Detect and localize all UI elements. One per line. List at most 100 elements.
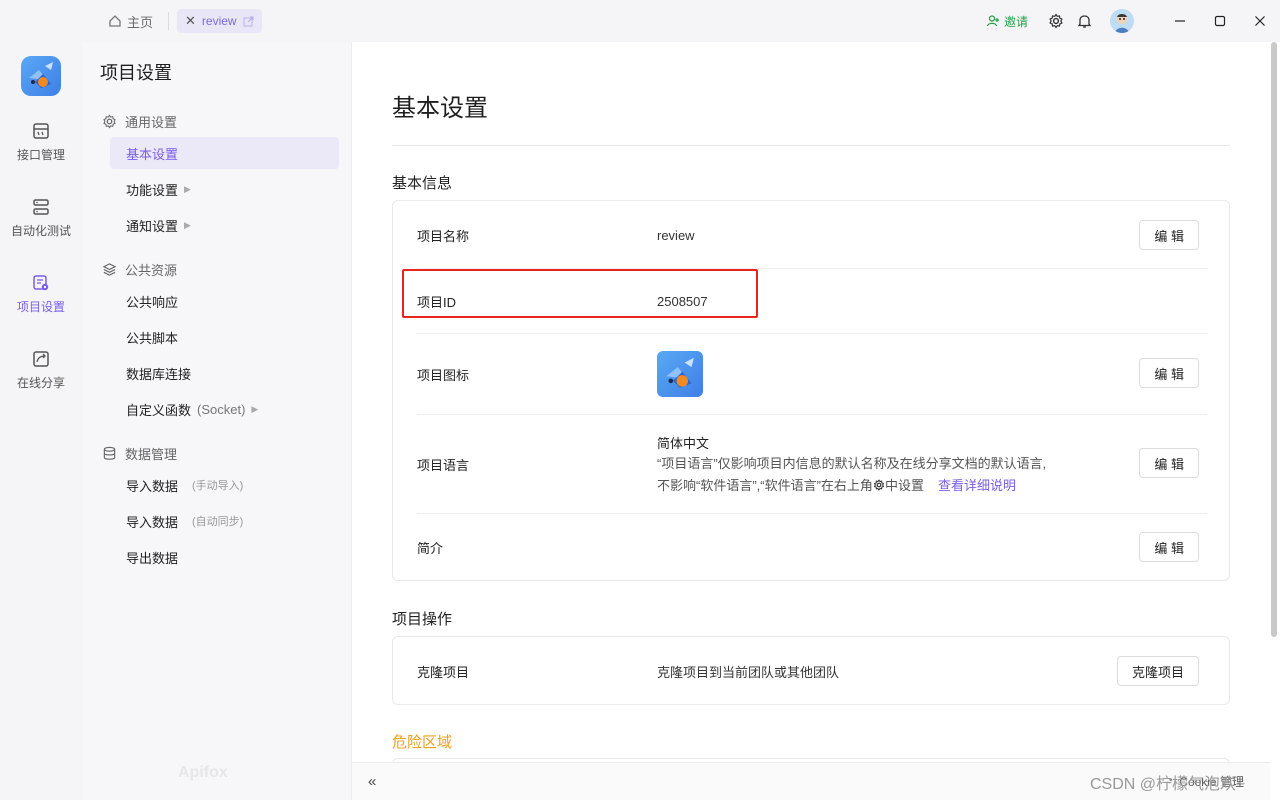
csdn-watermark: CSDN @柠檬气泡欢~	[1090, 776, 1246, 793]
clone-project-button[interactable]: 克隆项目	[1116, 656, 1199, 686]
nav-item-label: 基本设置	[126, 146, 179, 162]
nav-item-public-response[interactable]: 公共响应	[110, 285, 339, 317]
group-general-label: 通用设置	[125, 115, 178, 130]
gear-icon	[1049, 13, 1063, 29]
invite-button[interactable]: 邀请	[986, 13, 1028, 30]
language-note: “项目语言”仅影响项目内信息的默认名称及在线分享文档的默认语言, 不影响“软件语…	[657, 453, 1046, 497]
close-tab-icon[interactable]: ✕	[185, 13, 196, 29]
row-divider	[417, 268, 1207, 269]
gear-icon	[103, 114, 116, 129]
nav-item-label: 导出数据	[126, 550, 179, 566]
nav-item-custom-function[interactable]: 自定义函数 (Socket) ▶	[110, 393, 339, 425]
language-note-line-1: “项目语言”仅影响项目内信息的默认名称及在线分享文档的默认语言,	[657, 456, 1047, 471]
edit-description-button[interactable]: 编 辑	[1139, 532, 1199, 562]
caret-right-icon: ▶	[251, 403, 259, 414]
invite-label: 邀请	[1003, 14, 1028, 29]
nav-item-label: 导入数据	[126, 514, 179, 530]
row-divider	[417, 333, 1207, 334]
nav-item-feature-settings[interactable]: 功能设置 ▶	[110, 173, 339, 205]
settings-button[interactable]	[1042, 7, 1070, 35]
row-clone-project: 克隆项目 克隆项目到当前团队或其他团队 克隆项目	[417, 655, 1207, 687]
apifox-logo-icon	[29, 62, 53, 88]
edit-icon-button[interactable]: 编 辑	[1139, 358, 1199, 388]
nav-item-database-connection[interactable]: 数据库连接	[110, 357, 339, 389]
close-window-button[interactable]	[1240, 0, 1280, 42]
rail-item-share[interactable]: 在线分享	[0, 350, 82, 391]
rail-label-automation: 自动化测试	[10, 224, 71, 238]
project-language-label: 项目语言	[417, 458, 470, 473]
caret-right-icon: ▶	[184, 183, 191, 194]
tab-divider	[168, 12, 169, 30]
row-project-id: 项目ID 2508507	[417, 285, 1207, 317]
section-project-ops: 项目操作	[392, 611, 453, 628]
rail-label-project-settings: 项目设置	[16, 300, 65, 314]
rail-item-automation[interactable]: 自动化测试	[0, 198, 82, 239]
project-id-label: 项目ID	[417, 294, 457, 310]
nav-item-export[interactable]: 导出数据	[110, 541, 339, 573]
bell-icon	[1077, 15, 1091, 28]
nav-item-label: 通知设置	[126, 218, 179, 234]
minimize-button[interactable]	[1160, 0, 1200, 42]
collapse-sidebar-icon[interactable]: «	[368, 773, 376, 790]
home-tab[interactable]: 主页	[108, 10, 153, 32]
rail-item-api[interactable]: 接口管理	[0, 122, 82, 163]
project-id-value: 2508507	[657, 293, 708, 309]
automation-icon	[33, 199, 49, 215]
scrollbar[interactable]	[1271, 42, 1277, 637]
app-logo[interactable]	[21, 56, 61, 96]
avatar[interactable]	[1110, 9, 1134, 33]
project-icon-image	[657, 351, 703, 397]
description-label: 简介	[417, 540, 444, 556]
app-rail: 接口管理 自动化测试 项目设置 在线分享	[0, 42, 82, 800]
home-tab-label: 主页	[127, 14, 154, 30]
nav-item-basic-settings[interactable]: 基本设置	[110, 137, 339, 169]
nav-item-import-auto[interactable]: 导入数据 (自动同步)	[110, 505, 339, 537]
main-content: 基本设置 基本信息 项目名称 review 编 辑 项目ID 2508507 项…	[352, 42, 1270, 762]
nav-item-notification-settings[interactable]: 通知设置 ▶	[110, 209, 339, 241]
view-details-link[interactable]: 查看详细说明	[938, 478, 1016, 493]
tab-review-label: review	[201, 14, 237, 28]
api-icon	[33, 123, 49, 139]
tab-review[interactable]: ✕ review	[177, 9, 262, 33]
nav-item-suffix: (Socket)	[197, 401, 246, 417]
project-name-label: 项目名称	[417, 228, 470, 244]
edit-language-button[interactable]: 编 辑	[1139, 448, 1199, 478]
row-description: 简介 编 辑	[417, 531, 1207, 563]
project-ops-card: 克隆项目 克隆项目到当前团队或其他团队 克隆项目	[392, 636, 1230, 705]
language-note-text-end: 中设置	[884, 478, 924, 493]
nav-item-label: 自定义函数	[126, 402, 192, 418]
row-project-language: 项目语言 简体中文 “项目语言”仅影响项目内信息的默认名称及在线分享文档的默认语…	[417, 431, 1207, 499]
nav-item-label: 导入数据	[126, 478, 179, 494]
user-avatar-icon	[1110, 9, 1134, 33]
group-data: 数据管理	[102, 444, 177, 463]
gear-icon	[873, 479, 885, 491]
nav-item-label: 公共响应	[126, 294, 179, 310]
share-icon	[33, 351, 49, 367]
language-note-text: 不影响“软件语言”,“软件语言”在右上角	[657, 478, 873, 493]
title-bar: 主页 ✕ review 邀请	[0, 0, 1280, 42]
minimize-icon	[1175, 20, 1185, 22]
language-note-line-2: 不影响“软件语言”,“软件语言”在右上角 中设置 查看详细说明	[657, 475, 1046, 497]
edit-name-button[interactable]: 编 辑	[1139, 220, 1199, 250]
database-icon	[103, 446, 116, 460]
nav-item-import-manual[interactable]: 导入数据 (手动导入)	[110, 469, 339, 501]
close-icon	[1255, 16, 1265, 26]
apifox-logo-icon	[666, 357, 694, 388]
rail-label-share: 在线分享	[16, 376, 65, 390]
open-external-icon[interactable]	[243, 16, 254, 27]
row-project-name: 项目名称 review 编 辑	[417, 219, 1207, 251]
nav-item-sub: (自动同步)	[192, 516, 244, 528]
rail-item-project-settings[interactable]: 项目设置	[0, 274, 82, 315]
project-name-value: review	[657, 227, 695, 243]
project-settings-icon	[33, 275, 49, 291]
caret-right-icon: ▶	[184, 219, 191, 230]
nav-item-label: 功能设置	[126, 182, 179, 198]
settings-nav: 项目设置 通用设置 基本设置 功能设置 ▶ 通知设置 ▶ 公共资源 公共响应 公…	[82, 42, 352, 800]
maximize-button[interactable]	[1200, 0, 1240, 42]
nav-item-public-script[interactable]: 公共脚本	[110, 321, 339, 353]
row-divider	[417, 513, 1207, 514]
project-language-value: 简体中文	[657, 436, 710, 451]
rail-label-api: 接口管理	[16, 148, 65, 162]
notification-button[interactable]	[1070, 7, 1098, 35]
clone-project-label: 克隆项目	[417, 664, 470, 680]
